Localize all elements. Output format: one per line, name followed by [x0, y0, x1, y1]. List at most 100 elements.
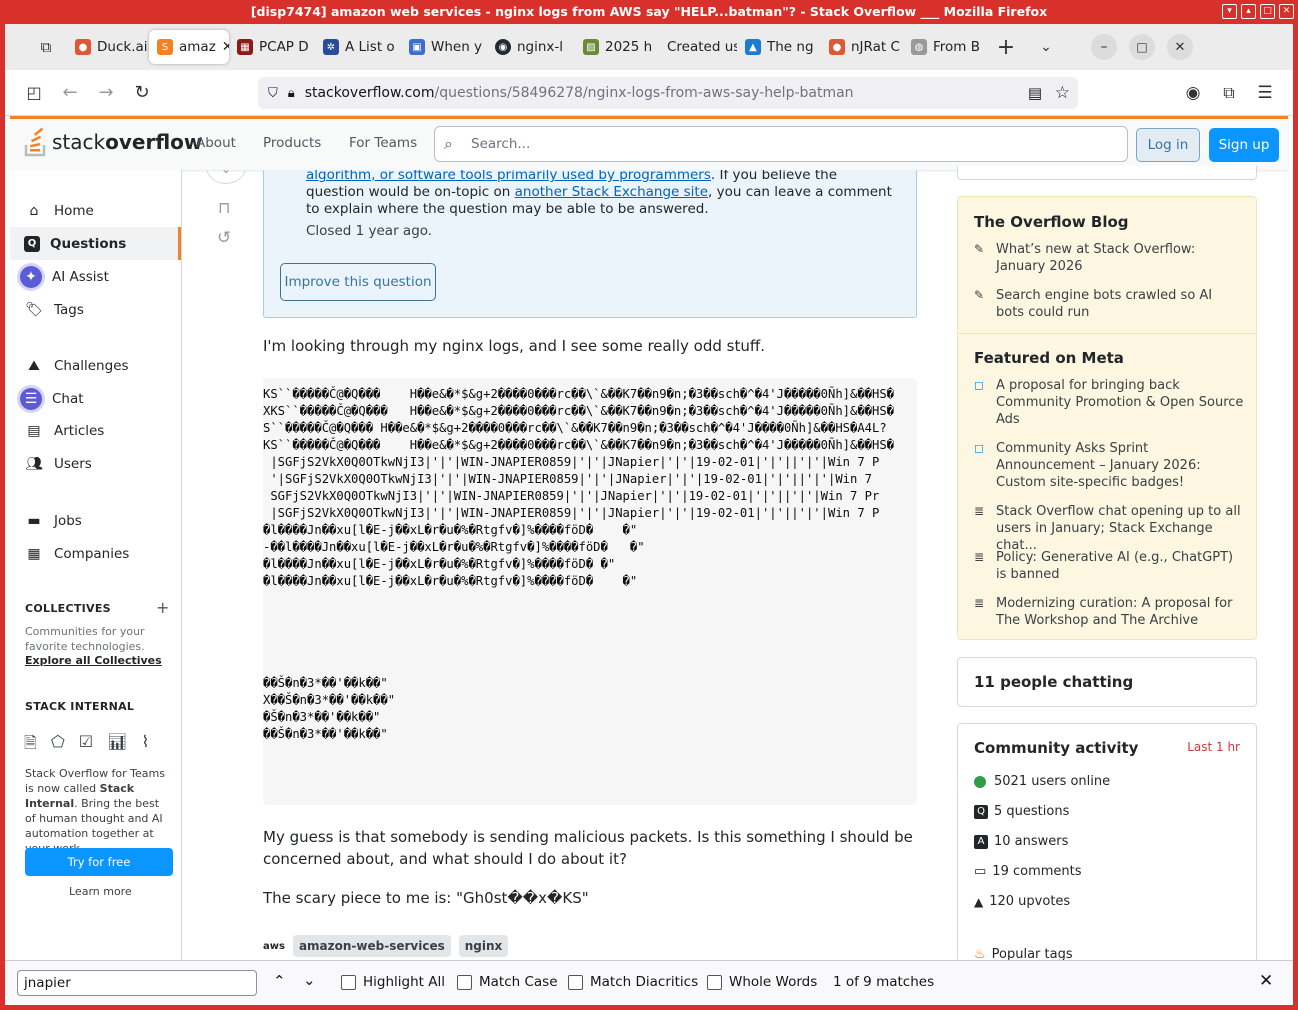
match-diacritics-checkbox[interactable]: Match Diacritics — [568, 974, 698, 990]
tab-when[interactable]: ▣ When y — [401, 30, 487, 64]
chat-box[interactable]: 11 people chatting — [957, 657, 1257, 707]
sidebar-toggle-icon[interactable]: ◰ — [17, 76, 51, 110]
close-window-icon[interactable]: ✕ — [1279, 4, 1294, 19]
nav-articles[interactable]: ▤ Articles — [10, 414, 181, 447]
nav-questions[interactable]: Q Questions — [10, 227, 181, 260]
extensions-icon[interactable]: ⧉ — [1212, 76, 1246, 110]
tab-label: When y — [431, 39, 483, 55]
closed-link-1[interactable]: algorithm, or software tools primarily u… — [306, 170, 711, 183]
activity-text: 19 comments — [992, 864, 1082, 879]
improve-question-button[interactable]: Improve this question — [280, 263, 436, 301]
menu-icon[interactable]: ☰ — [1248, 76, 1282, 110]
meta-item-text: A proposal for bringing back Community P… — [996, 378, 1244, 427]
tag-amazon-web-services[interactable]: amazon-web-services — [292, 935, 451, 957]
blog-item[interactable]: ✎ Search engine bots crawled so AI bots c… — [974, 287, 1244, 321]
products-link[interactable]: Products — [263, 135, 321, 151]
previous-box — [957, 166, 1257, 180]
close-button[interactable]: ✕ — [1167, 34, 1193, 60]
tab-fromb[interactable]: ◍ From B — [903, 30, 985, 64]
activity-upvotes[interactable]: ▲ 120 upvotes — [974, 894, 1070, 909]
bookmark-icon[interactable]: ⊓ — [218, 198, 230, 217]
nav-challenges[interactable]: ⛰︎ Challenges — [10, 349, 181, 382]
whole-words-checkbox[interactable]: Whole Words — [707, 974, 817, 990]
explore-collectives-link[interactable]: Explore all Collectives — [25, 653, 162, 668]
find-next-icon[interactable]: ⌄ — [303, 971, 316, 989]
shield-icon[interactable]: ⛉ — [268, 86, 278, 101]
history-icon[interactable]: ↺ — [217, 228, 231, 248]
nav-label: Tags — [54, 301, 84, 318]
find-previous-icon[interactable]: ⌃ — [273, 972, 286, 990]
tab-duckai[interactable]: ● Duck.ai — [67, 30, 149, 64]
meta-item[interactable]: ≣ Stack Overflow chat opening up to all u… — [974, 503, 1244, 554]
vote-down-button[interactable]: ⌄ — [206, 170, 246, 184]
reader-mode-icon[interactable]: ▤ — [1028, 84, 1042, 102]
tab-github[interactable]: ◉ nginх-l — [487, 30, 575, 64]
checkbox[interactable] — [341, 974, 356, 990]
reload-icon[interactable]: ↻ — [125, 76, 159, 110]
close-tab-icon[interactable]: ✕ — [222, 39, 229, 55]
signup-button[interactable]: Sign up — [1209, 128, 1279, 162]
add-collective-icon[interactable]: + — [156, 598, 169, 617]
tab-current[interactable]: Samaz ✕ — [149, 30, 229, 64]
nav-users[interactable]: 👥︎ Users — [10, 447, 181, 480]
activity-questions[interactable]: Q 5 questions — [974, 804, 1069, 819]
nav-ai-assist[interactable]: ✦ AI Assist — [10, 260, 181, 293]
tab-list[interactable]: ✲ A List o — [315, 30, 401, 64]
maximize-button[interactable]: □ — [1129, 34, 1155, 60]
tab-created[interactable]: Created us — [659, 30, 737, 64]
learn-more-link[interactable]: Learn more — [69, 884, 132, 899]
code-line: '|SGFjS2VkX0Q0OTkwNjI3|'|'|WIN-JNAPIER08… — [263, 472, 873, 486]
checkbox[interactable] — [707, 974, 722, 990]
activity-comments[interactable]: ▭ 19 comments — [974, 864, 1082, 879]
nav-jobs[interactable]: ▬ Jobs — [10, 504, 181, 537]
search-input[interactable]: ⌕ Search... — [434, 126, 1128, 162]
tab-njrat[interactable]: ● nJRat C — [821, 30, 903, 64]
meta-item[interactable]: ≣ Policy: Generative AI (e.g., ChatGPT) i… — [974, 549, 1244, 583]
match-case-checkbox[interactable]: Match Case — [457, 974, 558, 990]
meta-item[interactable]: ≣ Modernizing curation: A proposal for Th… — [974, 595, 1244, 629]
checkbox[interactable] — [568, 974, 583, 990]
blog-item[interactable]: ✎ What’s new at Stack Overflow: January 2… — [974, 241, 1244, 275]
try-free-button[interactable]: Try for free — [25, 848, 173, 876]
login-button[interactable]: Log in — [1136, 128, 1200, 162]
highlight-all-checkbox[interactable]: Highlight All — [341, 974, 445, 990]
new-tab-icon[interactable]: + — [989, 30, 1023, 64]
close-find-icon[interactable]: ✕ — [1259, 971, 1273, 991]
minimize-icon[interactable]: ▾ — [1222, 4, 1237, 19]
tag-nginx[interactable]: nginx — [458, 935, 509, 957]
for-teams-link[interactable]: For Teams — [349, 135, 417, 151]
activity-answers[interactable]: A 10 answers — [974, 834, 1068, 849]
tab-overview-icon[interactable]: ⧉ — [29, 30, 63, 64]
maximize-icon[interactable]: □ — [1260, 4, 1275, 19]
nav-chat[interactable]: ☰ Chat — [10, 382, 181, 415]
online-dot-icon — [974, 775, 986, 788]
meta-item[interactable]: ◻ A proposal for bringing back Community … — [974, 377, 1244, 428]
about-link[interactable]: About — [196, 135, 236, 151]
account-icon[interactable]: ◉ — [1176, 76, 1210, 110]
tab-theng[interactable]: ▲ The ng — [737, 30, 821, 64]
tab-pcap[interactable]: ▦ PCAP D — [229, 30, 315, 64]
meta-item[interactable]: ◻ Community Asks Sprint Announcement – Ja… — [974, 440, 1244, 491]
nav-label: Jobs — [54, 512, 82, 529]
closed-link-2[interactable]: another Stack Exchange site — [515, 184, 708, 200]
checkbox[interactable] — [457, 974, 472, 990]
bookmark-star-icon[interactable]: ☆ — [1055, 83, 1070, 103]
stackoverflow-logo[interactable]: stack overflow — [24, 127, 202, 157]
find-input[interactable]: jnapier — [17, 970, 257, 996]
forward-icon[interactable]: → — [89, 76, 123, 110]
tab-2025[interactable]: ▨ 2025 h — [575, 30, 659, 64]
community-period: Last 1 hr — [1187, 740, 1240, 754]
nav-companies[interactable]: ▦ Companies — [10, 537, 181, 570]
url-bar[interactable]: ⛉ 🔒︎ stackoverflow.com/questions/5849627… — [258, 77, 1078, 109]
nav-label: AI Assist — [52, 268, 109, 285]
nav-home[interactable]: ⌂ Home — [10, 194, 181, 227]
nav-label: Questions — [50, 235, 127, 252]
code-line: |SGFjS2VkX0Q0OTkwNjI3|'|'|WIN-JNAPIER085… — [263, 506, 880, 520]
lock-icon[interactable]: 🔒︎ — [288, 86, 295, 101]
back-icon[interactable]: ← — [53, 76, 87, 110]
restore-icon[interactable]: ▴ — [1241, 4, 1256, 19]
tab-list-chevron-icon[interactable]: ⌄ — [1029, 30, 1063, 64]
minimize-button[interactable]: – — [1091, 34, 1117, 60]
nav-tags[interactable]: 🏷︎ Tags — [10, 293, 181, 326]
